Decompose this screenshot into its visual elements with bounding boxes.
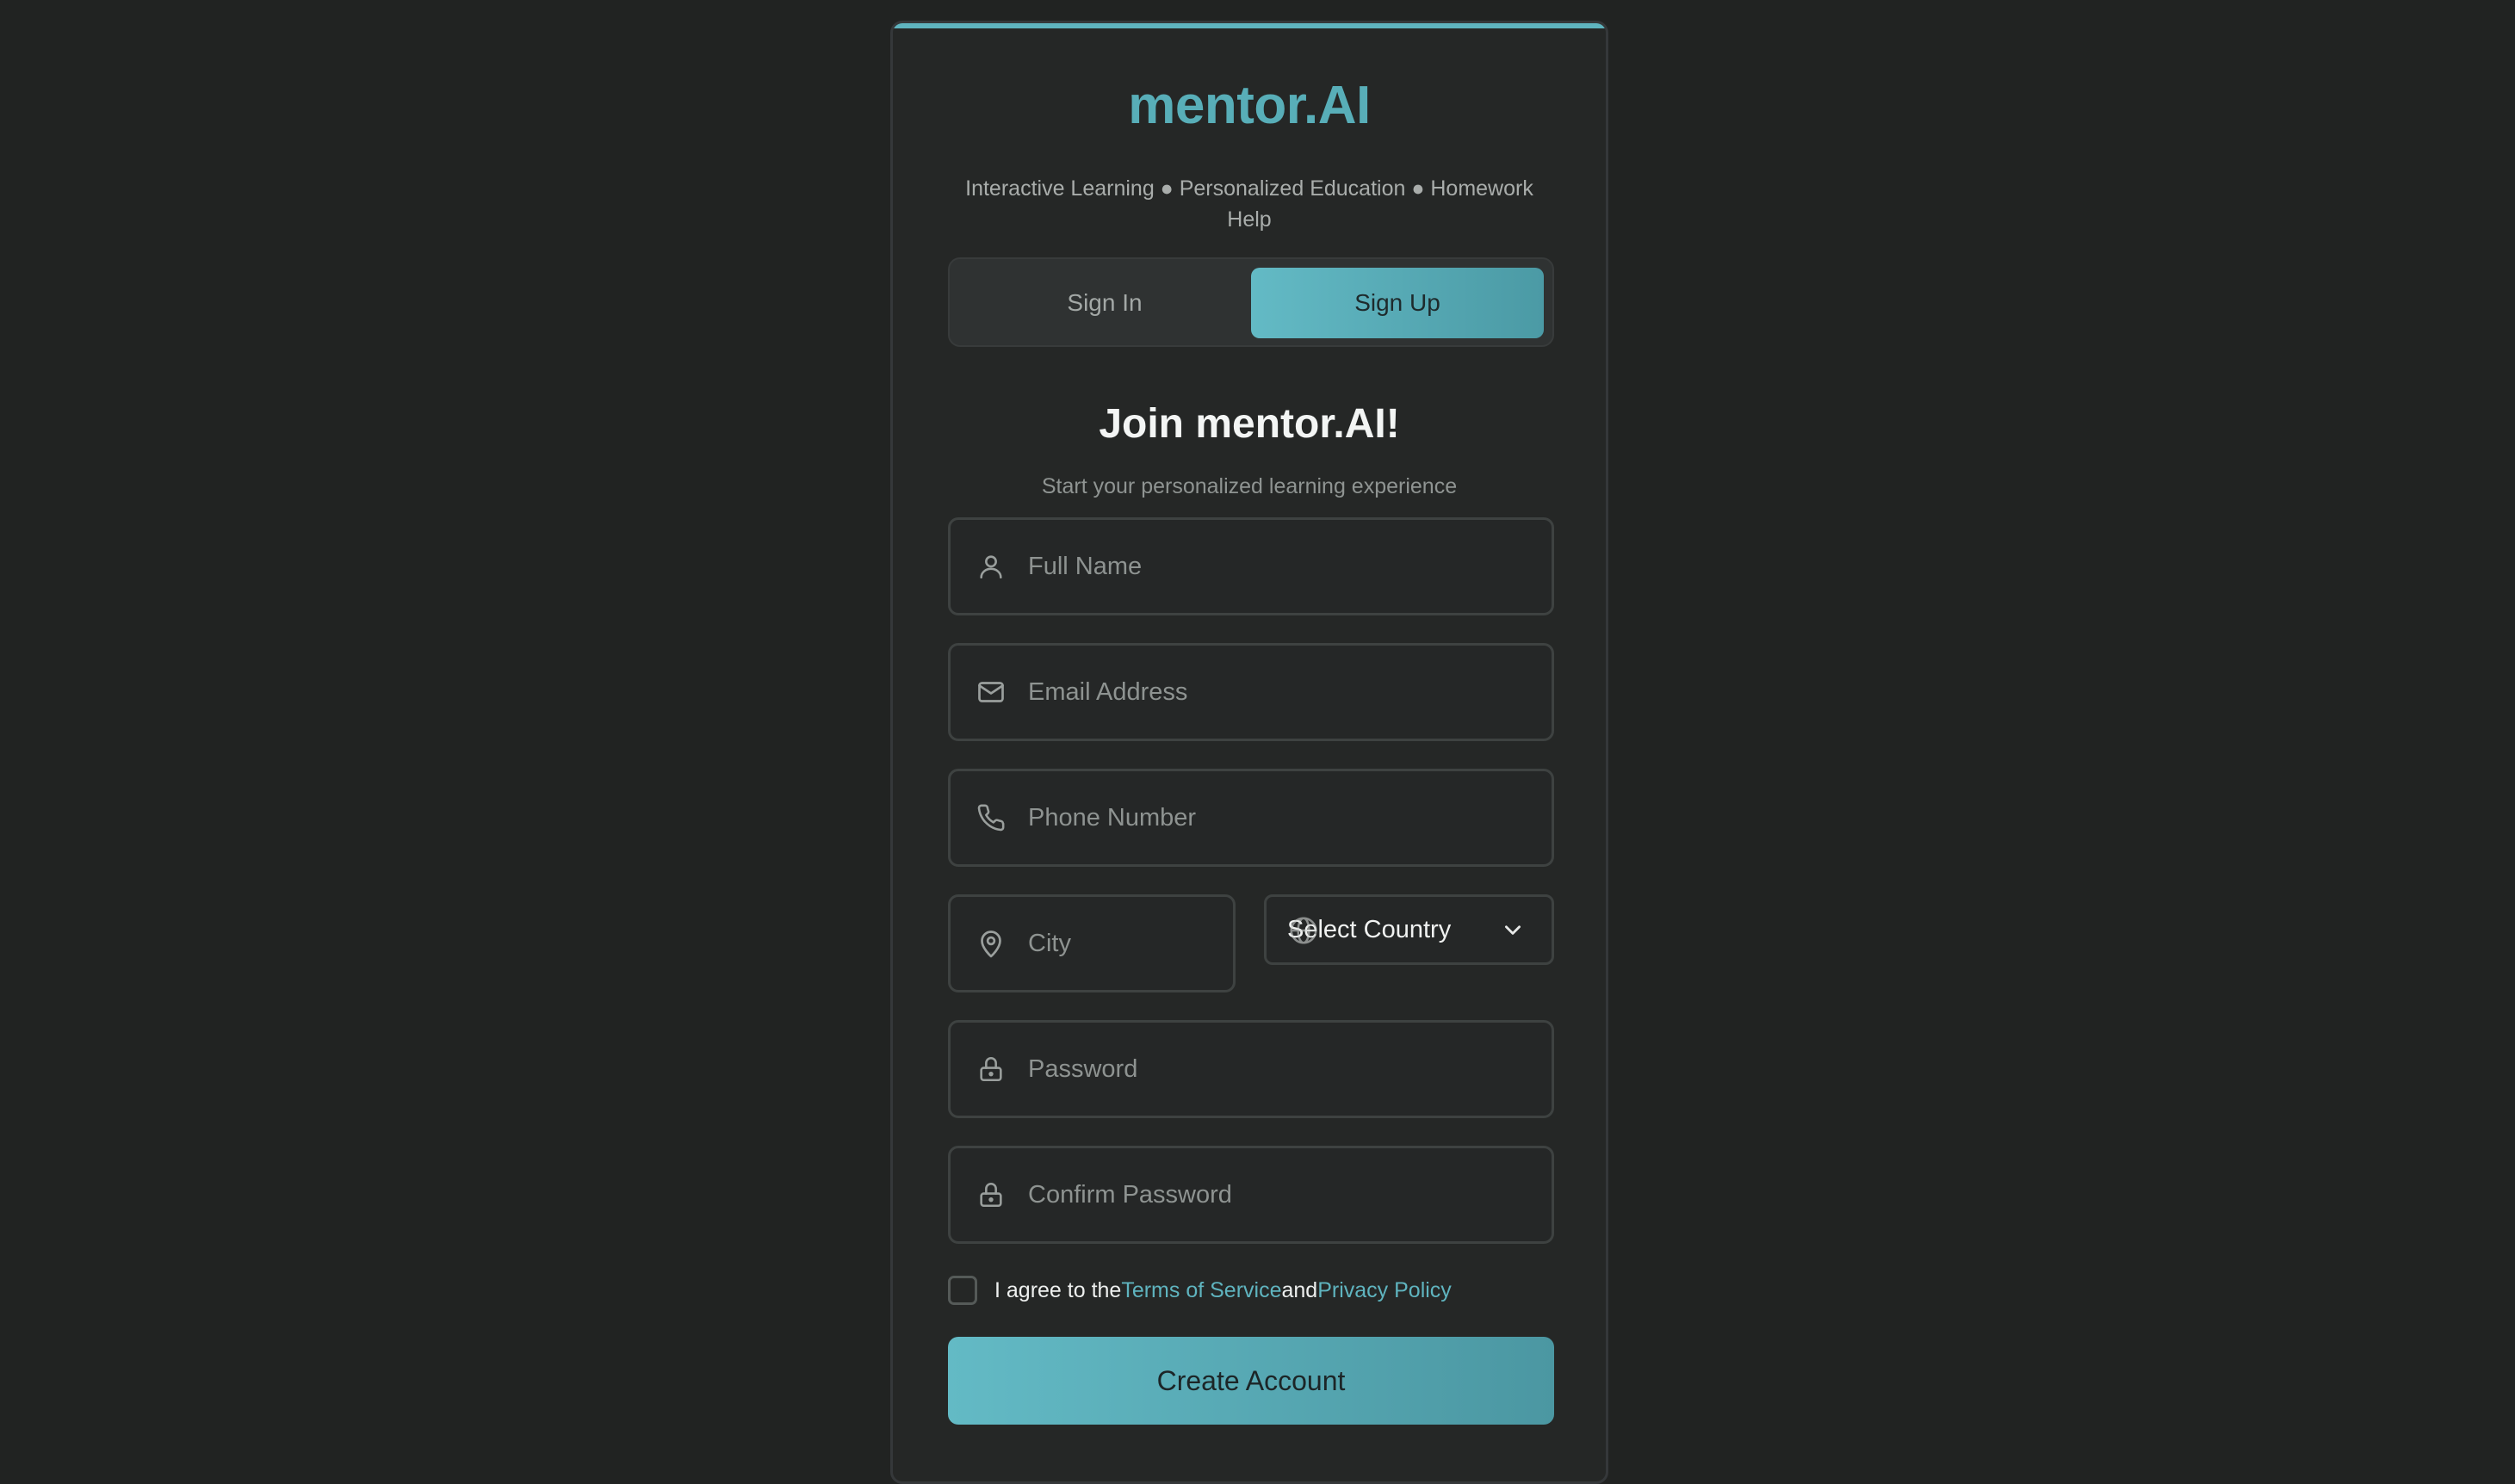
globe-icon <box>1287 914 1320 947</box>
terms-agreement: I agree to the Terms of Service and Priv… <box>948 1273 1452 1308</box>
city-field[interactable] <box>948 894 1236 992</box>
mail-icon <box>973 674 1009 710</box>
auth-tabs: Sign In Sign Up <box>948 257 1554 347</box>
terms-middle: and <box>1281 1277 1318 1302</box>
city-input[interactable] <box>1028 918 1217 969</box>
phone-input[interactable] <box>1028 792 1527 844</box>
form-heading: Join mentor.AI! <box>1099 401 1400 447</box>
password-input[interactable] <box>1028 1043 1527 1095</box>
form-subheading: Start your personalized learning experie… <box>1041 474 1458 498</box>
full-name-field[interactable] <box>948 517 1554 615</box>
terms-prefix: I agree to the <box>994 1277 1122 1302</box>
password-field[interactable] <box>948 1020 1554 1118</box>
card-accent-bar <box>893 23 1606 28</box>
terms-of-service-link[interactable]: Terms of Service <box>1121 1278 1281 1303</box>
tab-sign-in[interactable]: Sign In <box>958 268 1251 338</box>
lock-icon <box>973 1177 1009 1213</box>
create-account-button[interactable]: Create Account <box>948 1337 1554 1425</box>
chevron-down-icon <box>1500 917 1526 943</box>
full-name-input[interactable] <box>1028 541 1527 592</box>
brand-logo-text: mentor.AI <box>1128 76 1371 135</box>
terms-checkbox[interactable] <box>948 1276 977 1305</box>
map-pin-icon <box>973 925 1009 962</box>
email-input[interactable] <box>1028 666 1527 718</box>
user-icon <box>973 548 1009 584</box>
country-select[interactable]: Select Country <box>1264 894 1554 965</box>
phone-icon <box>973 800 1009 836</box>
privacy-policy-link[interactable]: Privacy Policy <box>1317 1278 1452 1303</box>
brand-tagline: Interactive Learning ● Personalized Educ… <box>965 176 1533 232</box>
lock-icon <box>973 1051 1009 1087</box>
signup-card: mentor.AI Interactive Learning ● Persona… <box>890 21 1608 1484</box>
phone-field[interactable] <box>948 769 1554 867</box>
email-field[interactable] <box>948 643 1554 741</box>
confirm-password-field[interactable] <box>948 1146 1554 1244</box>
tab-sign-up[interactable]: Sign Up <box>1251 268 1544 338</box>
confirm-password-input[interactable] <box>1028 1169 1527 1221</box>
